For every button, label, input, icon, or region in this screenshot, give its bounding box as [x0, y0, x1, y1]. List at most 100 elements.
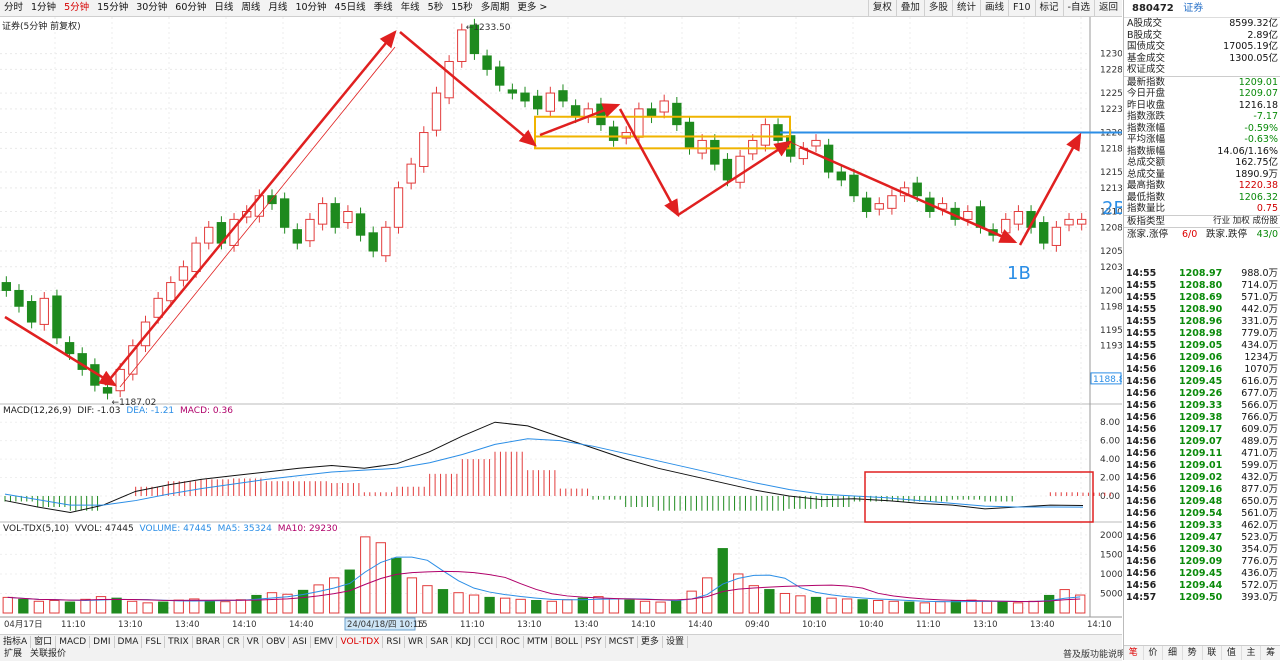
candle-25: [317, 203, 328, 225]
panel-tab-1[interactable]: 价: [1144, 646, 1164, 660]
indicator-tab-15[interactable]: WR: [405, 636, 428, 648]
panel-tab-6[interactable]: 主: [1242, 646, 1262, 660]
indicator-tab-19[interactable]: ROC: [497, 636, 524, 648]
indicator-tab-21[interactable]: BOLL: [552, 636, 583, 648]
panel-tab-5[interactable]: 值: [1222, 646, 1242, 660]
price-tick-3: 1223: [1100, 105, 1122, 115]
tick-row-7: 14:56 1209.06 1234万: [1124, 352, 1280, 364]
timeframe-10[interactable]: 45日线: [331, 0, 370, 16]
indicator-tab-23[interactable]: MCST: [606, 636, 638, 648]
candle-4: [52, 295, 62, 339]
timeframe-8[interactable]: 月线: [264, 0, 291, 16]
candle-16: [204, 226, 214, 244]
vol-bar-32: [499, 597, 511, 614]
indicator-tab-8[interactable]: CR: [224, 636, 244, 648]
indicator-tab-18[interactable]: CCI: [475, 636, 498, 648]
indicator-tab-13[interactable]: VOL-TDX: [337, 636, 384, 648]
timeframe-15[interactable]: 多周期: [477, 0, 514, 16]
candle-55: [697, 139, 707, 154]
timeframe-0[interactable]: 分时: [0, 0, 27, 16]
panel-tab-2[interactable]: 细: [1163, 646, 1183, 660]
indicator-tab-2[interactable]: MACD: [56, 636, 91, 648]
indicator-tab-14[interactable]: RSI: [383, 636, 406, 648]
candle-80: [1013, 211, 1024, 225]
help-text[interactable]: 普及版功能说明: [1063, 647, 1126, 660]
vol-tick-0: 20000: [1100, 531, 1122, 541]
panel-tab-4[interactable]: 联: [1203, 646, 1223, 660]
index-stat-value-7: 162.75亿: [1235, 157, 1278, 168]
candle-30: [381, 226, 391, 257]
tick-row-14: 14:56 1209.07 489.0万: [1124, 436, 1280, 448]
timeframe-3[interactable]: 15分钟: [93, 0, 132, 16]
candle-23: [292, 229, 302, 244]
indicator-tab-3[interactable]: DMI: [90, 636, 115, 648]
vol-bar-14: [220, 601, 231, 614]
index-stat-label-9: 最高指数: [1127, 180, 1166, 191]
indicator-tab-5[interactable]: FSL: [142, 636, 166, 648]
timeframe-6[interactable]: 日线: [210, 0, 237, 16]
indicator-tab-25[interactable]: 设置: [663, 636, 688, 648]
bottom-link-1[interactable]: 关联报价: [26, 648, 70, 660]
indicator-tab-7[interactable]: BRAR: [193, 636, 225, 648]
indicator-tab-24[interactable]: 更多: [638, 636, 663, 648]
board-type-value[interactable]: 行业 加权 成份股: [1213, 216, 1278, 228]
candle-47: [596, 103, 606, 126]
toolbar-button-3[interactable]: 统计: [951, 0, 980, 16]
vol-bar-40: [624, 599, 635, 614]
kline-chart[interactable]: 1230122812251223122012181215121312101208…: [0, 17, 1217, 634]
bottom-link-0[interactable]: 扩展: [0, 648, 26, 660]
timeframe-5[interactable]: 60分钟: [171, 0, 210, 16]
toolbar-button-0[interactable]: 复权: [867, 0, 896, 16]
index-name: 证券: [1183, 3, 1204, 14]
toolbar-button-7[interactable]: -自选: [1062, 0, 1094, 16]
timeframe-9[interactable]: 10分钟: [291, 0, 330, 16]
tick-volume-14: 489.0万: [1241, 436, 1278, 447]
indicator-tab-17[interactable]: KDJ: [452, 636, 475, 648]
timeframe-13[interactable]: 5秒: [424, 0, 448, 16]
vol-bar-17: [266, 592, 278, 614]
tick-price-18: 1209.16: [1179, 484, 1223, 495]
candle-79: [1001, 218, 1011, 234]
tick-volume-4: 331.0万: [1241, 316, 1278, 327]
stat-label-1: B股成交: [1127, 29, 1163, 41]
timeframe-14[interactable]: 15秒: [447, 0, 477, 16]
indicator-tab-9[interactable]: VR: [244, 636, 264, 648]
indicator-tab-20[interactable]: MTM: [524, 636, 552, 648]
candle-34: [431, 92, 442, 131]
vol-ma5: MA5: 35324: [217, 524, 272, 534]
timeframe-1[interactable]: 1分钟: [27, 0, 60, 16]
candle-14: [178, 266, 189, 281]
vol-bar-59: [919, 602, 930, 614]
toolbar-button-2[interactable]: 多股: [923, 0, 952, 16]
indicator-tab-11[interactable]: ASI: [289, 636, 311, 648]
indicator-tab-12[interactable]: EMV: [311, 636, 338, 648]
chart-area[interactable]: 1230122812251223122012181215121312101208…: [0, 17, 1217, 634]
index-stat-label-8: 总成交量: [1127, 168, 1166, 180]
indicator-tab-4[interactable]: DMA: [115, 636, 143, 648]
timeframe-4[interactable]: 30分钟: [132, 0, 171, 16]
indicator-tab-1[interactable]: 窗口: [31, 636, 57, 648]
toolbar-button-1[interactable]: 叠加: [895, 0, 924, 16]
toolbar-button-4[interactable]: 画线: [979, 0, 1008, 16]
indicator-tab-22[interactable]: PSY: [582, 636, 606, 648]
indicator-tab-6[interactable]: TRIX: [165, 636, 193, 648]
candle-48: [608, 126, 619, 141]
toolbar-button-8[interactable]: 返回: [1093, 0, 1122, 16]
panel-tab-3[interactable]: 势: [1183, 646, 1203, 660]
timeframe-7[interactable]: 周线: [237, 0, 264, 16]
vol-bar-13: [204, 600, 215, 614]
panel-tab-7[interactable]: 筹: [1261, 646, 1280, 660]
toolbar-button-5[interactable]: F10: [1007, 0, 1035, 16]
timeframe-12[interactable]: 年线: [397, 0, 424, 16]
timeframe-11[interactable]: 季线: [370, 0, 397, 16]
panel-tab-0[interactable]: 笔: [1124, 646, 1144, 660]
toolbar-button-6[interactable]: 标记: [1034, 0, 1063, 16]
indicator-tab-0[interactable]: 指标A: [0, 636, 32, 648]
vol-bar-63: [981, 600, 993, 614]
timeframe-2[interactable]: 5分钟: [60, 0, 93, 16]
tick-time-11: 14:56: [1126, 400, 1157, 411]
macd-value: MACD: 0.36: [180, 406, 233, 416]
indicator-tab-16[interactable]: SAR: [427, 636, 453, 648]
timeframe-16[interactable]: 更多 >: [513, 0, 551, 16]
indicator-tab-10[interactable]: OBV: [263, 636, 290, 648]
